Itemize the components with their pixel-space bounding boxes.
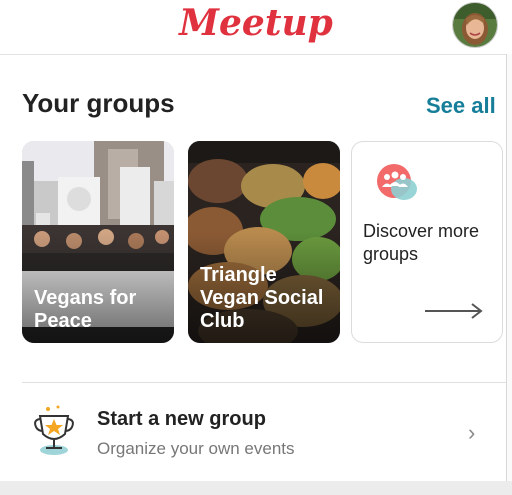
scrollbar-track xyxy=(506,54,512,495)
start-new-group-row[interactable]: Start a new group Organize your own even… xyxy=(0,390,506,474)
your-groups-title: Your groups xyxy=(22,88,175,118)
group-card-triangle-vegan-social-club[interactable]: Triangle Vegan Social Club xyxy=(188,141,340,343)
section-divider xyxy=(22,382,506,383)
chevron-right-icon: › xyxy=(468,420,476,445)
discover-label: Discover more groups xyxy=(363,221,480,264)
meetup-logo[interactable]: Meetup xyxy=(0,2,512,44)
bottom-edge xyxy=(0,481,512,495)
see-all-link[interactable]: See all xyxy=(426,93,496,119)
group-card-vegans-for-peace[interactable]: Vegans for Peace xyxy=(22,141,174,343)
trophy-icon xyxy=(34,405,74,455)
people-group-icon xyxy=(377,164,417,200)
avatar-image xyxy=(453,3,497,47)
top-bar: Meetup xyxy=(0,0,512,55)
profile-avatar[interactable] xyxy=(452,2,498,48)
start-new-group-subtitle: Organize your own events xyxy=(97,439,295,458)
arrow-right-icon xyxy=(425,303,483,319)
group-name: Triangle Vegan Social Club xyxy=(200,264,324,332)
group-name: Vegans for Peace xyxy=(34,287,137,332)
discover-more-groups-card[interactable]: Discover more groups xyxy=(351,141,503,343)
start-new-group-title: Start a new group xyxy=(97,408,266,430)
